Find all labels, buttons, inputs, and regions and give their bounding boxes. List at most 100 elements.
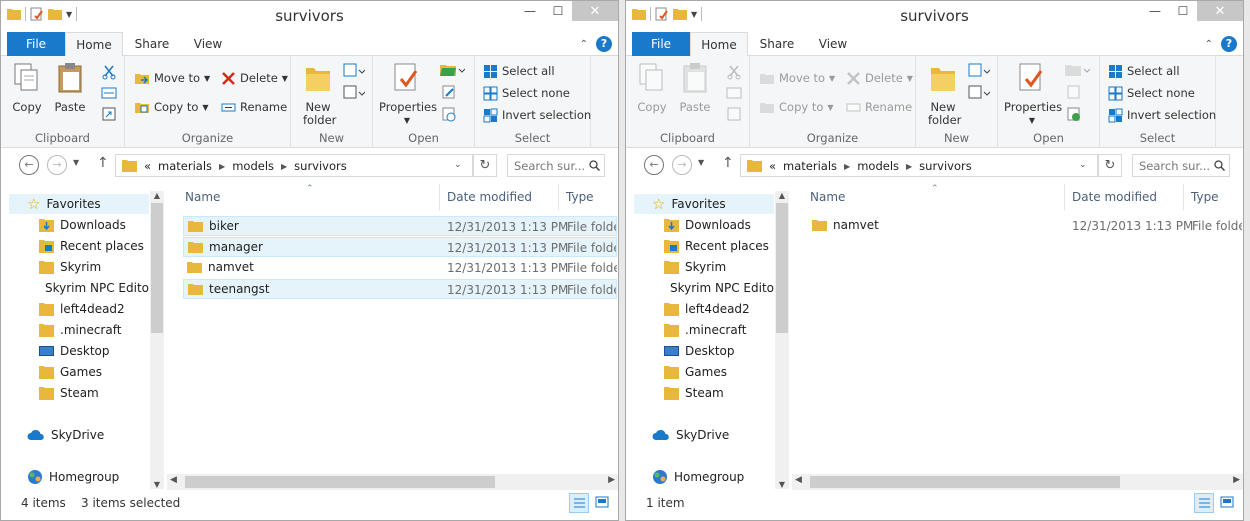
horizontal-scrollbar[interactable]: ◀ ▶ xyxy=(792,474,1243,490)
copy-button[interactable]: Copy xyxy=(11,62,43,114)
nav-homegroup[interactable]: Homegroup xyxy=(9,467,149,487)
breadcrumb-overflow[interactable]: « xyxy=(769,159,776,173)
back-icon[interactable]: ← xyxy=(19,155,39,175)
recent-locations-icon[interactable]: ▼ xyxy=(698,158,704,167)
breadcrumb-separator-icon[interactable]: ▶ xyxy=(219,162,225,171)
copy-path-icon[interactable] xyxy=(726,86,742,100)
tab-share[interactable]: Share xyxy=(750,32,804,56)
cut-icon[interactable] xyxy=(101,64,117,80)
column-name[interactable]: Name xyxy=(810,190,845,204)
scroll-down-icon[interactable]: ▼ xyxy=(150,480,164,489)
properties-button[interactable]: Properties ▼ xyxy=(1004,62,1062,127)
open-icon[interactable] xyxy=(1064,62,1090,78)
column-date-modified[interactable]: Date modified xyxy=(1072,190,1157,204)
tab-view[interactable]: View xyxy=(806,32,860,56)
nav-item-desktop[interactable]: Desktop xyxy=(634,341,774,361)
scrollbar-thumb[interactable] xyxy=(810,476,1120,488)
horizontal-scrollbar[interactable]: ◀ ▶ xyxy=(167,474,618,490)
edit-icon[interactable] xyxy=(441,84,457,100)
nav-skydrive[interactable]: SkyDrive xyxy=(9,425,149,445)
new-item-icon[interactable] xyxy=(343,62,365,80)
breadcrumb-overflow[interactable]: « xyxy=(144,159,151,173)
open-icon[interactable] xyxy=(439,62,465,78)
file-row-namvet[interactable]: namvet 12/31/2013 1:13 PM File folder xyxy=(808,216,1242,236)
maximize-icon[interactable]: ☐ xyxy=(544,1,572,21)
nav-item-games[interactable]: Games xyxy=(634,362,774,382)
paste-button[interactable]: Paste xyxy=(678,62,712,114)
recent-locations-icon[interactable]: ▼ xyxy=(73,158,79,167)
nav-homegroup[interactable]: Homegroup xyxy=(634,467,774,487)
paste-shortcut-icon[interactable] xyxy=(101,106,117,122)
nav-item-steam[interactable]: Steam xyxy=(9,383,149,403)
help-icon[interactable]: ? xyxy=(596,36,612,52)
nav-pane-scrollbar[interactable]: ▲ ▼ xyxy=(775,191,789,489)
file-row-teenangst[interactable]: teenangst 12/31/2013 1:13 PM File folder xyxy=(183,279,617,299)
invert-selection-button[interactable]: Invert selection xyxy=(483,106,591,124)
tab-home[interactable]: Home xyxy=(690,32,748,57)
details-view-icon[interactable] xyxy=(569,493,589,513)
select-none-button[interactable]: Select none xyxy=(1108,84,1195,102)
minimize-ribbon-icon[interactable]: ⌃ xyxy=(1205,39,1213,50)
column-type[interactable]: Type xyxy=(566,190,594,204)
title-bar[interactable]: ▼ survivors — ☐ ✕ xyxy=(626,1,1243,31)
tab-share[interactable]: Share xyxy=(125,32,179,56)
help-icon[interactable]: ? xyxy=(1221,36,1237,52)
scrollbar-thumb[interactable] xyxy=(151,203,163,333)
search-input[interactable]: Search sur... xyxy=(507,154,605,177)
breadcrumb-separator-icon[interactable]: ▶ xyxy=(844,162,850,171)
forward-icon[interactable]: → xyxy=(672,155,692,175)
tab-file[interactable]: File xyxy=(7,32,65,56)
copy-path-icon[interactable] xyxy=(101,86,117,100)
nav-item-minecraft[interactable]: .minecraft xyxy=(634,320,774,340)
copy-to-button[interactable]: Copy to ▼ xyxy=(135,98,209,116)
file-row-manager[interactable]: manager 12/31/2013 1:13 PM File folder xyxy=(183,237,617,257)
scroll-right-icon[interactable]: ▶ xyxy=(608,475,615,485)
nav-item-steam[interactable]: Steam xyxy=(634,383,774,403)
nav-favorites[interactable]: ☆ Favorites xyxy=(9,194,149,214)
nav-pane-scrollbar[interactable]: ▲ ▼ xyxy=(150,191,164,489)
breadcrumb-item[interactable]: survivors xyxy=(294,159,347,173)
tab-file[interactable]: File xyxy=(632,32,690,56)
scroll-up-icon[interactable]: ▲ xyxy=(775,191,789,200)
breadcrumb-separator-icon[interactable]: ▶ xyxy=(281,162,287,171)
nav-item-games[interactable]: Games xyxy=(9,362,149,382)
tab-home[interactable]: Home xyxy=(65,32,123,57)
new-item-icon[interactable] xyxy=(968,62,990,80)
back-icon[interactable]: ← xyxy=(644,155,664,175)
nav-item-minecraft[interactable]: .minecraft xyxy=(9,320,149,340)
history-icon[interactable] xyxy=(1066,106,1082,122)
nav-item-skyrim-npc-editor[interactable]: Skyrim NPC Edito xyxy=(634,278,774,298)
invert-selection-button[interactable]: Invert selection xyxy=(1108,106,1216,124)
details-view-icon[interactable] xyxy=(1194,493,1214,513)
large-icons-view-icon[interactable] xyxy=(1218,493,1238,513)
delete-button[interactable]: Delete ▼ xyxy=(846,69,913,87)
paste-button[interactable]: Paste xyxy=(53,62,87,114)
move-to-button[interactable]: Move to ▼ xyxy=(760,69,835,87)
address-bar[interactable]: « materials ▶ models ▶ survivors ⌄ xyxy=(115,154,473,177)
select-all-button[interactable]: Select all xyxy=(1108,62,1180,80)
scroll-right-icon[interactable]: ▶ xyxy=(1233,475,1240,485)
minimize-icon[interactable]: — xyxy=(1141,1,1169,21)
scrollbar-thumb[interactable] xyxy=(185,476,495,488)
new-folder-button[interactable]: New folder xyxy=(922,62,964,127)
title-bar[interactable]: ▼ survivors — ☐ ✕ xyxy=(1,1,618,31)
forward-icon[interactable]: → xyxy=(47,155,67,175)
column-divider[interactable] xyxy=(439,184,440,210)
maximize-icon[interactable]: ☐ xyxy=(1169,1,1197,21)
scroll-up-icon[interactable]: ▲ xyxy=(150,191,164,200)
scroll-down-icon[interactable]: ▼ xyxy=(775,480,789,489)
large-icons-view-icon[interactable] xyxy=(593,493,613,513)
file-row-biker[interactable]: biker 12/31/2013 1:13 PM File folder xyxy=(183,216,617,236)
column-date-modified[interactable]: Date modified xyxy=(447,190,532,204)
refresh-icon[interactable]: ↻ xyxy=(473,154,497,177)
column-divider[interactable] xyxy=(1064,184,1065,210)
move-to-button[interactable]: Move to ▼ xyxy=(135,69,210,87)
nav-skydrive[interactable]: SkyDrive xyxy=(634,425,774,445)
delete-button[interactable]: Delete ▼ xyxy=(221,69,288,87)
rename-button[interactable]: Rename xyxy=(846,98,912,116)
refresh-icon[interactable]: ↻ xyxy=(1098,154,1122,177)
breadcrumb-item[interactable]: models xyxy=(857,159,899,173)
easy-access-icon[interactable] xyxy=(343,84,365,102)
nav-item-skyrim[interactable]: Skyrim xyxy=(9,257,149,277)
breadcrumb-item[interactable]: materials xyxy=(158,159,212,173)
